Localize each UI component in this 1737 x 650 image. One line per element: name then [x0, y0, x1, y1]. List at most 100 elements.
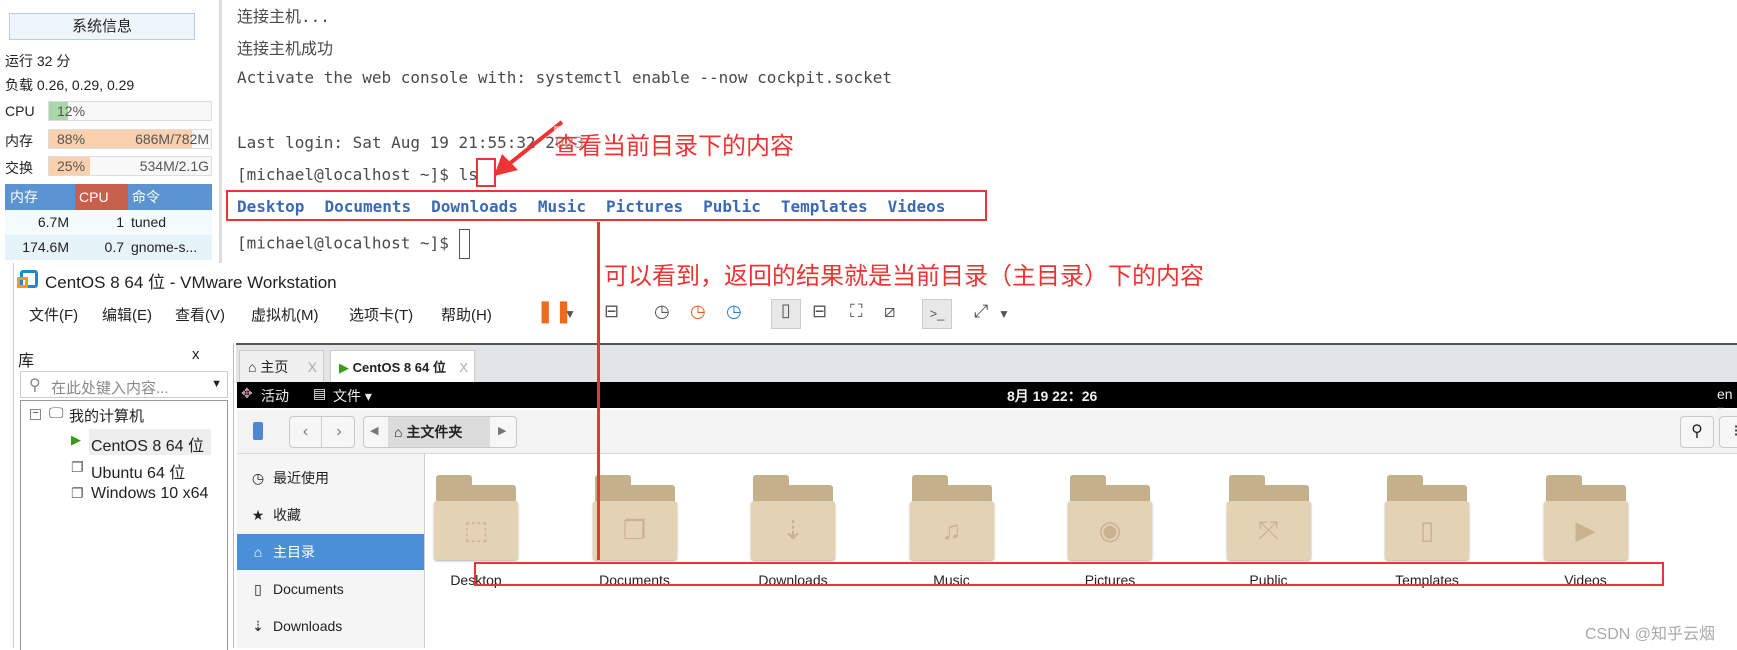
computer-icon: 🖵	[49, 405, 64, 422]
library-close-button[interactable]: x	[192, 346, 200, 363]
library-title: 库	[18, 353, 35, 370]
cpu-percent: 12%	[57, 103, 86, 119]
swap-label: 交换	[5, 160, 33, 176]
folder-icon[interactable]: ⤧	[1226, 475, 1311, 560]
cell: 6.7M	[37, 214, 69, 230]
tree-item-label: Windows 10 x64	[91, 485, 209, 502]
vm-running-icon: ▶	[339, 360, 349, 375]
menu-item[interactable]: 虚拟机(M)	[251, 304, 319, 325]
swap-bar: 25% 534M/2.1G	[48, 156, 212, 176]
table-row[interactable]: 6.7M 1 tuned	[5, 210, 212, 235]
unity-icon[interactable]: ⧄	[884, 301, 895, 322]
close-tab-button[interactable]: X	[308, 351, 317, 384]
back-button[interactable]: ‹	[290, 417, 322, 447]
annotation-text: 可以看到，返回的结果就是当前目录（主目录）下的内容	[604, 262, 1204, 290]
sidebar-label: 收藏	[273, 507, 301, 523]
snapshot-icon[interactable]: ◷	[654, 301, 670, 322]
table-row[interactable]: 174.6M 0.7 gnome-s...	[5, 235, 212, 260]
annotation-line	[597, 222, 600, 560]
tree-item-centos[interactable]: ▶ CentOS 8 64 位	[71, 429, 211, 455]
watermark: CSDN @知乎云烟	[1585, 626, 1716, 643]
vmware-window: CentOS 8 64 位 - VMware Workstation 文件(F)…	[13, 263, 1737, 650]
chevron-down-icon[interactable]: ▼	[564, 307, 576, 321]
sidebar-icon: ⌂	[253, 544, 263, 560]
prompt: [michael@localhost ~]$	[237, 233, 459, 253]
folder-icon[interactable]: ▶	[1543, 475, 1628, 560]
sidebar-icon: ◷	[251, 470, 265, 486]
revert-snapshot-icon[interactable]: ◷	[690, 301, 706, 322]
tree-root[interactable]: 我的计算机	[69, 405, 144, 426]
folder-icon[interactable]: ▯	[1385, 475, 1469, 560]
window-title: CentOS 8 64 位 - VMware Workstation	[45, 273, 337, 292]
system-info-button[interactable]: 系统信息	[9, 13, 195, 40]
drive-icon	[253, 422, 263, 440]
files-menu[interactable]: 文件 ▾	[333, 386, 372, 406]
chevron-down-icon[interactable]: ▼	[998, 307, 1010, 321]
sidebar-item[interactable]: ◷ 最近使用	[237, 460, 424, 496]
menu-item[interactable]: 选项卡(T)	[349, 304, 413, 325]
menu-item[interactable]: 查看(V)	[175, 304, 225, 325]
tree-item-label: CentOS 8 64 位	[91, 438, 204, 455]
tab-bar: ⌂ 主页 X ▶ CentOS 8 64 位 X	[236, 343, 1737, 385]
menu-item[interactable]: 文件(F)	[29, 304, 78, 325]
col-cpu[interactable]: CPU	[75, 184, 128, 210]
path-left-arrow[interactable]: ◀	[370, 424, 378, 437]
activities-button[interactable]: 活动	[261, 386, 289, 406]
centos-logo-icon: ✥	[241, 385, 253, 401]
process-table: 内存 CPU 命令 6.7M 1 tuned 174.6M 0.7 gnome-…	[5, 184, 212, 260]
sidebar-label: Downloads	[273, 618, 343, 634]
terminal-line: 连接主机成功	[237, 39, 334, 58]
sidebar-label: 主目录	[273, 544, 315, 560]
cpu-bar: 12%	[48, 101, 212, 121]
nav-buttons: ‹ ›	[289, 416, 355, 448]
col-command[interactable]: 命令	[128, 184, 212, 210]
sidebar-item[interactable]: ⌂ 主目录	[237, 534, 424, 570]
guest-screen[interactable]: ✥ 活动 ▤ 文件 ▾ 8月 19 22：26 en ▾ ‹ › ◀ ⌂ 主文件…	[237, 382, 1737, 648]
terminal-prompt: [michael@localhost ~]$ ls	[237, 165, 478, 184]
chevron-down-icon[interactable]: ▼	[211, 378, 222, 390]
cell: tuned	[131, 214, 167, 230]
folder-icon[interactable]: ◉	[1068, 475, 1152, 560]
sidebar-item[interactable]: ⇣ Downloads	[237, 608, 424, 644]
col-mem[interactable]: 内存	[5, 184, 75, 210]
sidebar-icon: ★	[251, 507, 265, 523]
library-search-input[interactable]: ⚲ 在此处键入内容... ▼	[20, 371, 228, 398]
terminal-line: 连接主机...	[237, 7, 330, 26]
menu-item[interactable]: 帮助(H)	[441, 304, 492, 325]
snapshot-manager-icon[interactable]: ◷	[726, 301, 742, 322]
thumbnail-view-icon[interactable]: ⊟	[812, 301, 827, 322]
tree-item-windows[interactable]: Windows 10 x64	[89, 482, 227, 508]
sidebar-icon: ⇣	[252, 618, 264, 634]
cell: 0.7	[104, 239, 124, 255]
full-screen-icon[interactable]: ⛶	[850, 301, 863, 322]
folder-icon[interactable]: ❐	[592, 475, 677, 560]
tab-label: CentOS 8 64 位	[352, 360, 446, 375]
sidebar-icon: ▯	[254, 581, 262, 597]
close-tab-button[interactable]: X	[459, 351, 468, 384]
highlight-ls-output	[226, 190, 987, 221]
menu-item[interactable]: 编辑(E)	[102, 304, 152, 325]
terminal-line: Activate the web console with: systemctl…	[237, 68, 893, 87]
places-sidebar: ◷ 最近使用 ★ 收藏 ⌂ 主目录 ▯ Documents ⇣ Downloads	[237, 454, 425, 648]
cell: 1	[116, 214, 124, 230]
library-panel: 库 x ⚲ 在此处键入内容... ▼ − 🖵 我的计算机 ▶ CentOS 8 6…	[14, 343, 234, 650]
library-tree: − 🖵 我的计算机 ▶ CentOS 8 64 位 ❐ Ubuntu 64 位 Wi…	[20, 400, 228, 650]
mem-percent: 88%	[57, 131, 86, 147]
folder-icon[interactable]: ♫	[909, 475, 994, 560]
folder-icon[interactable]: ⬚	[434, 475, 518, 560]
load-average: 负载 0.26, 0.29, 0.29	[5, 77, 135, 93]
collapse-icon[interactable]: −	[30, 409, 41, 420]
library-view-icon[interactable]: ▯	[771, 299, 801, 329]
tab-home[interactable]: ⌂ 主页 X	[239, 350, 324, 385]
folder-icon[interactable]: ⇣	[751, 475, 835, 560]
sidebar-item[interactable]: ★ 收藏	[237, 497, 424, 533]
console-icon[interactable]: >_	[922, 299, 952, 329]
sidebar-item[interactable]: ▯ Documents	[237, 571, 424, 607]
stretch-icon[interactable]: ⤢	[974, 301, 988, 322]
annotation-text: 查看当前目录下的内容	[554, 126, 794, 161]
system-info-panel: 系统信息 运行 32 分 负载 0.26, 0.29, 0.29 CPU 12%…	[0, 0, 222, 290]
forward-button[interactable]: ›	[323, 417, 355, 447]
send-keys-icon[interactable]: ⊟	[604, 301, 619, 322]
vm-icon: ❐	[71, 459, 84, 475]
tab-centos[interactable]: ▶ CentOS 8 64 位 X	[330, 350, 475, 385]
